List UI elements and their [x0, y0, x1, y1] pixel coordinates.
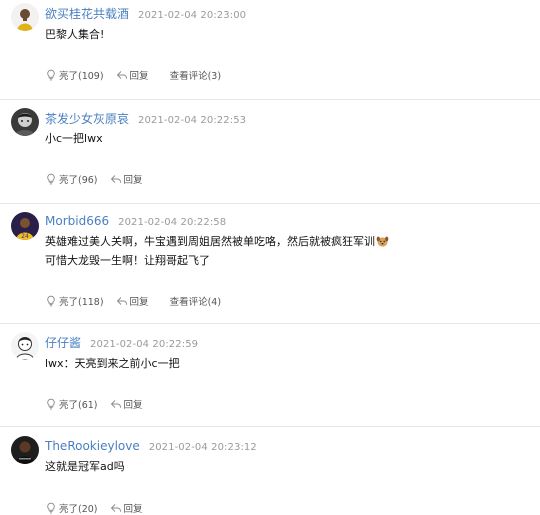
reply-button[interactable]: 回复	[110, 397, 143, 411]
lightbulb-icon	[47, 502, 55, 514]
reply-button[interactable]: 回复	[110, 501, 143, 515]
comment-text: 这就是冠军ad吗	[45, 457, 125, 476]
comment-meta: Morbid666 2021-02-04 20:22:58	[45, 210, 226, 228]
comment-line: 英雄难过美人关啊，牛宝遇到周姐居然被单吃咯，然后就被疯狂军训	[45, 232, 389, 251]
comment-meta: 茶发少女灰原哀 2021-02-04 20:22:53	[45, 108, 246, 126]
lightbulb-icon	[47, 398, 55, 410]
comment-line: lwx：天亮到来之前小c一把	[45, 357, 180, 370]
view-replies-link[interactable]: 查看评论(4)	[170, 294, 221, 308]
reply-arrow-icon	[116, 71, 127, 79]
like-button[interactable]: 亮了(61)	[45, 397, 98, 411]
comment-meta: TheRookieylove 2021-02-04 20:23:12	[45, 435, 257, 453]
reply-arrow-icon	[110, 400, 121, 408]
comment-item: TheRookieylove 2021-02-04 20:23:12 这就是冠军a…	[0, 427, 540, 515]
reply-arrow-icon	[116, 297, 127, 305]
view-replies-link[interactable]: 查看评论(3)	[170, 68, 221, 82]
lightbulb-icon	[47, 295, 55, 307]
reply-button[interactable]: 回复	[116, 68, 149, 82]
timestamp: 2021-02-04 20:22:59	[90, 339, 199, 350]
timestamp: 2021-02-04 20:22:58	[118, 217, 227, 228]
comment-line: 巴黎人集合!	[45, 28, 105, 41]
reply-arrow-icon	[110, 504, 121, 512]
user-avatar[interactable]	[11, 3, 39, 31]
comment-line: 这就是冠军ad吗	[45, 460, 125, 473]
timestamp: 2021-02-04 20:22:53	[138, 115, 247, 126]
like-label: 亮了(109)	[59, 71, 104, 82]
comment-actions: 亮了(20) 回复	[45, 500, 143, 515]
comment-actions: 亮了(96) 回复	[45, 171, 143, 187]
comment-line-text: 英雄难过美人关啊，牛宝遇到周姐居然被单吃咯，然后就被疯狂军训	[45, 235, 375, 248]
like-label: 亮了(61)	[59, 400, 98, 411]
comment-item: 仔仔酱 2021-02-04 20:22:59 lwx：天亮到来之前小c一把 亮了…	[0, 324, 540, 427]
comment-meta: 欲买桂花共载酒 2021-02-04 20:23:00	[45, 3, 246, 21]
reply-arrow-icon	[110, 175, 121, 183]
comment-text: 小c一把lwx	[45, 129, 103, 148]
username-link[interactable]: 欲买桂花共载酒	[45, 7, 129, 21]
reply-label: 回复	[123, 175, 143, 186]
comment-actions: 亮了(61) 回复	[45, 396, 143, 412]
comment-actions: 亮了(118) 回复 查看评论(4)	[45, 293, 221, 309]
user-avatar[interactable]	[11, 436, 39, 464]
username-link[interactable]: 茶发少女灰原哀	[45, 112, 129, 126]
user-avatar[interactable]	[11, 332, 39, 360]
comment-line: 小c一把lwx	[45, 132, 103, 145]
comment-actions: 亮了(109) 回复 查看评论(3)	[45, 67, 221, 83]
comment-meta: 仔仔酱 2021-02-04 20:22:59	[45, 332, 198, 350]
username-link[interactable]: TheRookieylove	[45, 439, 140, 453]
like-label: 亮了(118)	[59, 297, 104, 308]
username-link[interactable]: 仔仔酱	[45, 336, 81, 350]
like-label: 亮了(96)	[59, 175, 98, 186]
comment-text: lwx：天亮到来之前小c一把	[45, 354, 180, 373]
reply-button[interactable]: 回复	[110, 172, 143, 186]
lightbulb-icon	[47, 173, 55, 185]
timestamp: 2021-02-04 20:23:12	[148, 442, 257, 453]
user-avatar[interactable]: 24	[11, 212, 39, 240]
dog-emoji-icon	[376, 236, 389, 247]
like-button[interactable]: 亮了(109)	[45, 68, 104, 82]
reply-label: 回复	[123, 400, 143, 411]
lightbulb-icon	[47, 69, 55, 81]
user-avatar[interactable]	[11, 108, 39, 136]
username-link[interactable]: Morbid666	[45, 214, 109, 228]
comment-line: 可惜大龙毁一生啊！让翔哥起飞了	[45, 254, 210, 267]
timestamp: 2021-02-04 20:23:00	[138, 10, 247, 21]
comment-text: 英雄难过美人关啊，牛宝遇到周姐居然被单吃咯，然后就被疯狂军训 可惜大龙毁一生啊！…	[45, 232, 389, 270]
reply-label: 回复	[123, 504, 143, 515]
reply-button[interactable]: 回复	[116, 294, 149, 308]
like-button[interactable]: 亮了(96)	[45, 172, 98, 186]
reply-label: 回复	[129, 297, 149, 308]
like-label: 亮了(20)	[59, 504, 98, 515]
like-button[interactable]: 亮了(20)	[45, 501, 98, 515]
comment-item: 24 Morbid666 2021-02-04 20:22:58 英雄难过美人关啊…	[0, 204, 540, 324]
reply-label: 回复	[129, 71, 149, 82]
comment-item: 欲买桂花共载酒 2021-02-04 20:23:00 巴黎人集合! 亮了(109…	[0, 0, 540, 100]
svg-text:24: 24	[21, 233, 29, 240]
comment-text: 巴黎人集合!	[45, 25, 104, 44]
like-button[interactable]: 亮了(118)	[45, 294, 104, 308]
comment-item: 茶发少女灰原哀 2021-02-04 20:22:53 小c一把lwx 亮了(96…	[0, 100, 540, 204]
